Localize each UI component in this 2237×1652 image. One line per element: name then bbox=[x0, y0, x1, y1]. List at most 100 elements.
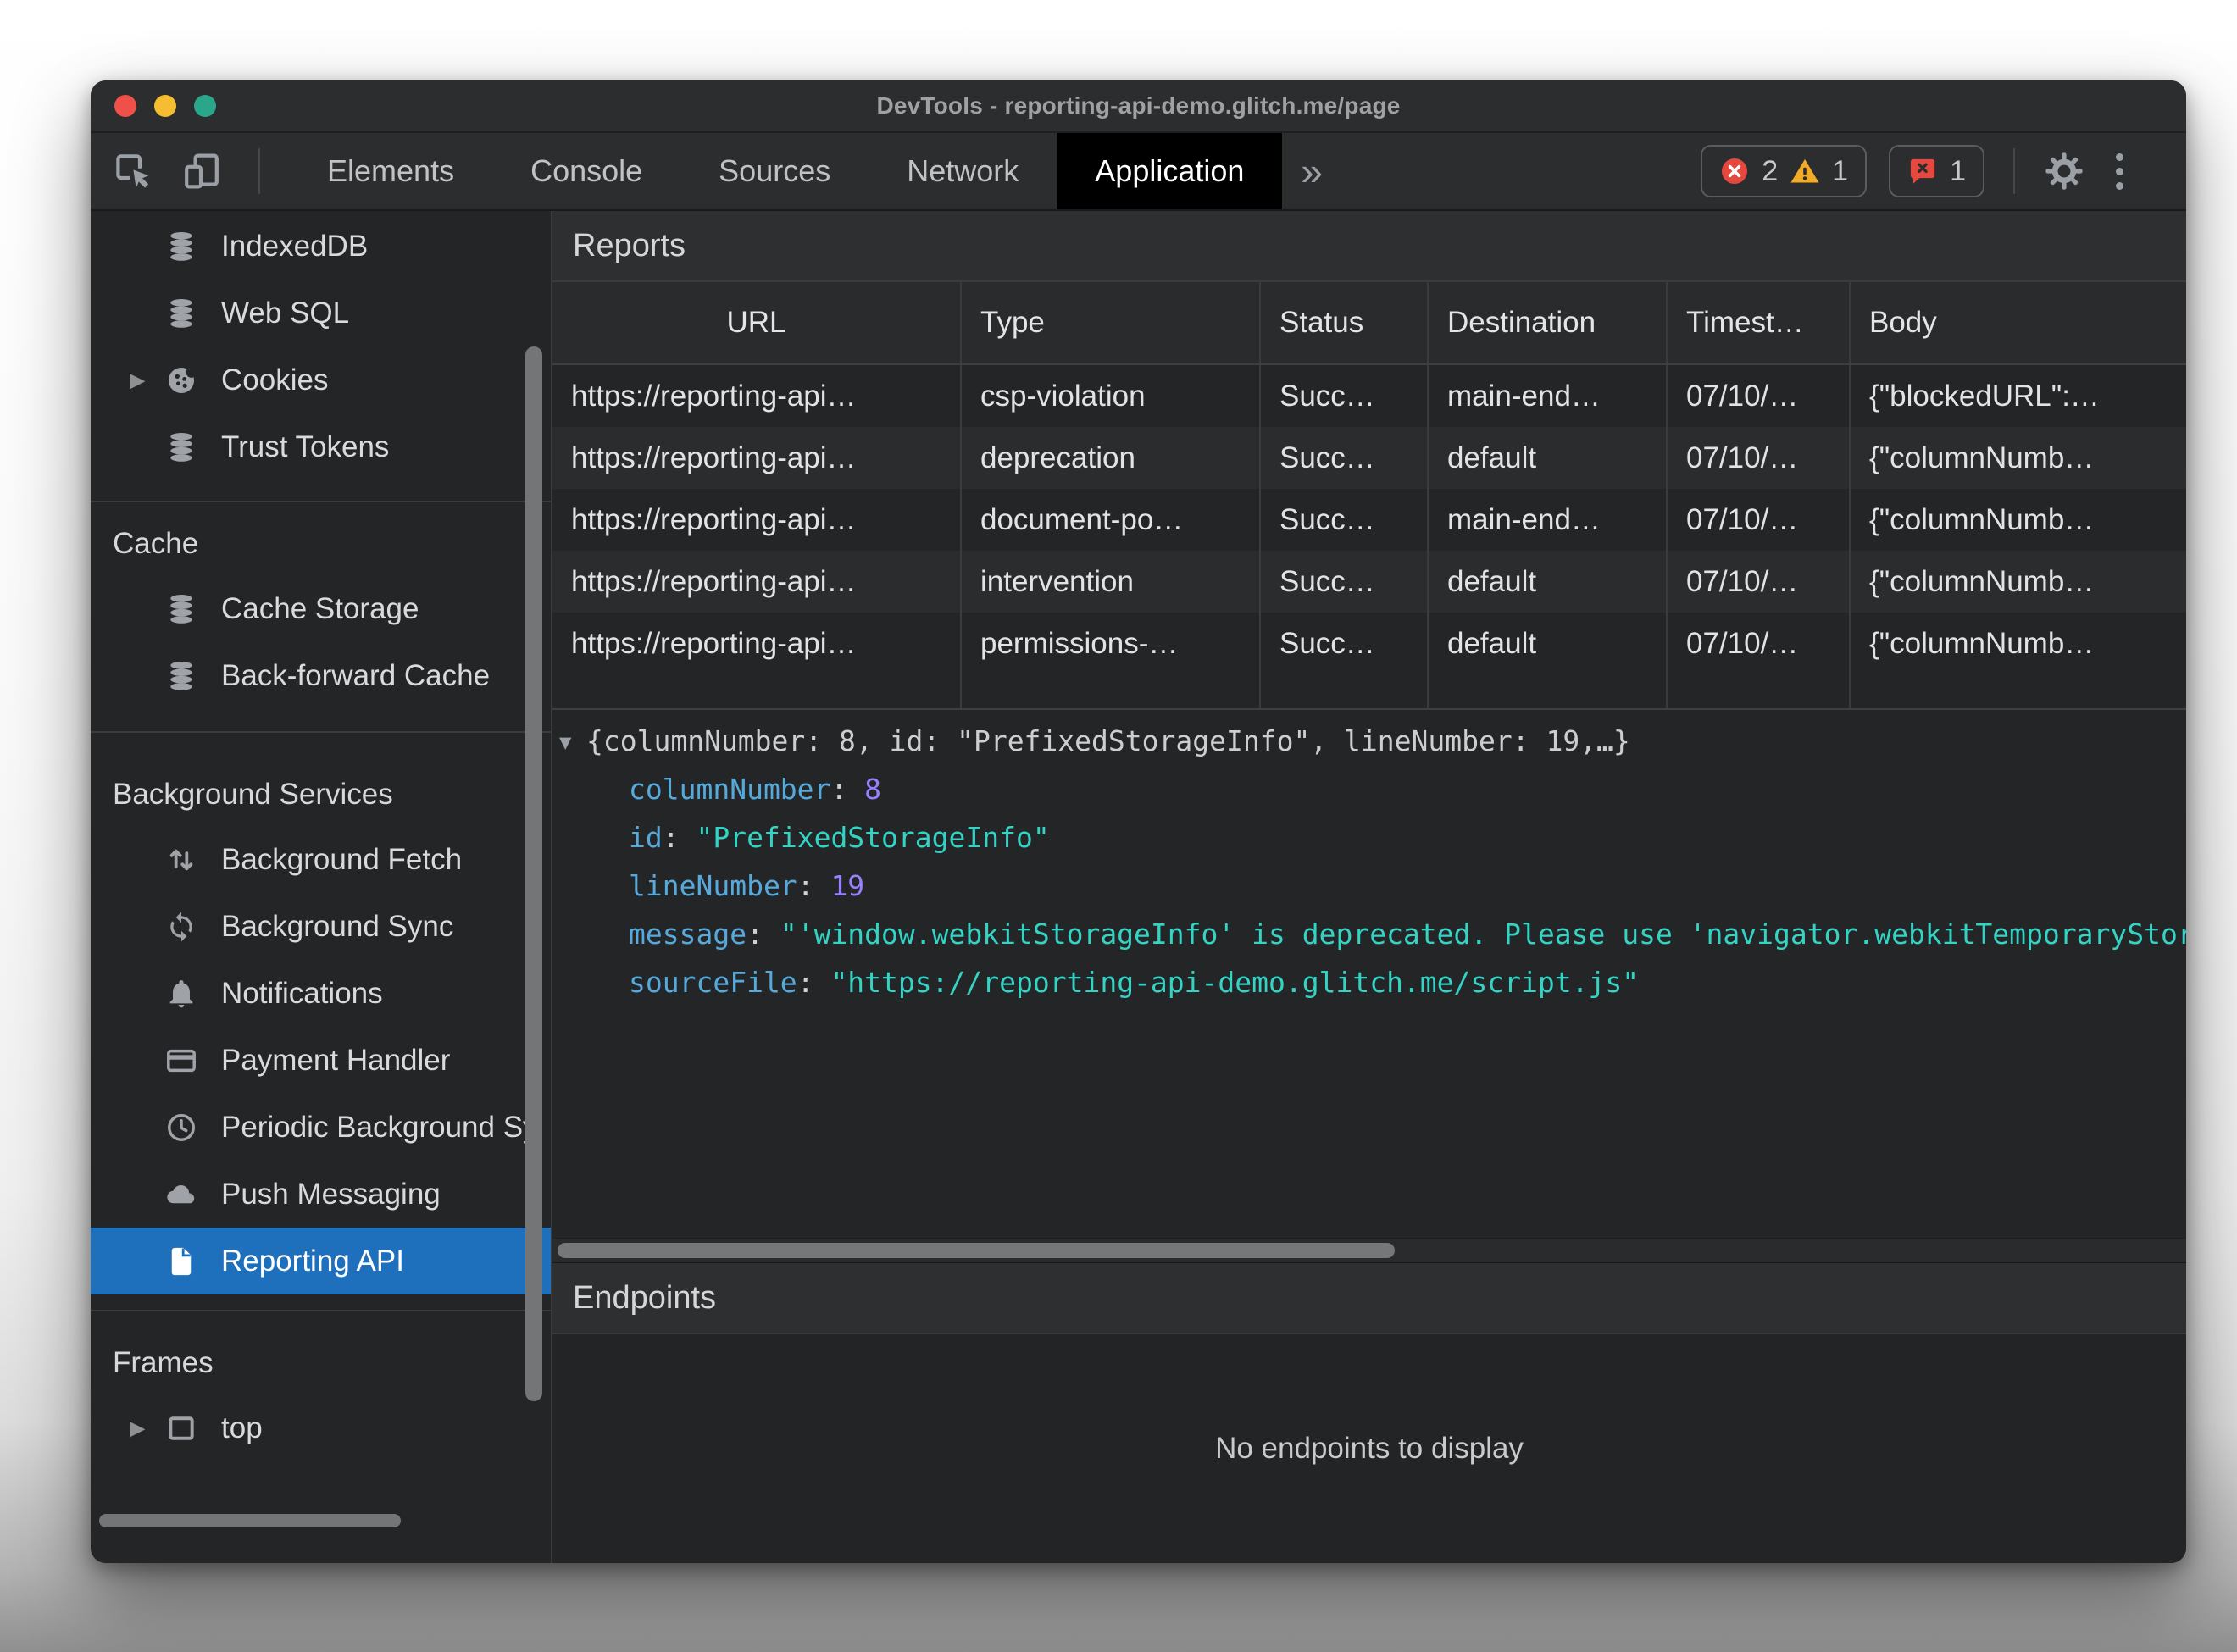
column-header-body[interactable]: Body bbox=[1851, 282, 2186, 363]
section-header-cache: Cache bbox=[113, 527, 199, 560]
preview-text: {columnNumber: 8, id: "PrefixedStorageIn… bbox=[586, 724, 1630, 757]
sidebar-item-label: IndexedDB bbox=[221, 229, 369, 263]
sidebar-item-label: Push Messaging bbox=[221, 1177, 441, 1211]
error-count: 2 bbox=[1762, 154, 1779, 187]
window-title: DevTools - reporting-api-demo.glitch.me/… bbox=[876, 92, 1401, 119]
close-window-button[interactable] bbox=[114, 95, 136, 117]
reports-table-filler bbox=[552, 674, 2186, 710]
sidebar-item-background-fetch[interactable]: Background Fetch bbox=[91, 826, 551, 893]
json-value: "'window.webkitStorageInfo' is deprecate… bbox=[780, 917, 2186, 951]
sidebar-item-label: Background Fetch bbox=[221, 842, 463, 876]
cloud-icon bbox=[165, 1178, 197, 1211]
title-bar: DevTools - reporting-api-demo.glitch.me/… bbox=[91, 80, 2186, 133]
table-cell: https://reporting-api… bbox=[552, 551, 962, 613]
table-row[interactable]: https://reporting-api… intervention Succ… d… bbox=[552, 551, 2186, 613]
tab-elements[interactable]: Elements bbox=[289, 133, 492, 209]
fetch-icon bbox=[165, 844, 197, 876]
device-toolbar-icon[interactable] bbox=[182, 151, 223, 191]
table-cell: {"blockedURL":… bbox=[1869, 379, 2100, 413]
sidebar-item-payment-handler[interactable]: Payment Handler bbox=[91, 1027, 551, 1094]
error-icon bbox=[1719, 156, 1750, 186]
document-icon bbox=[165, 1245, 197, 1278]
zoom-window-button[interactable] bbox=[194, 95, 216, 117]
collapse-triangle-icon[interactable]: ▼ bbox=[559, 718, 585, 765]
toolbar-left-cluster bbox=[91, 133, 267, 209]
minimize-window-button[interactable] bbox=[154, 95, 176, 117]
section-header-frames: Frames bbox=[113, 1346, 214, 1379]
table-cell: default bbox=[1429, 427, 1668, 489]
sidebar-item-top[interactable]: ▶ top bbox=[91, 1394, 551, 1461]
table-cell: intervention bbox=[962, 551, 1261, 613]
sidebar-item-cache-storage[interactable]: Cache Storage bbox=[91, 575, 551, 642]
expand-arrow-icon[interactable]: ▶ bbox=[130, 1416, 145, 1440]
json-property-sourcefile: sourceFile: "https://reporting-api-demo.… bbox=[629, 966, 1640, 999]
tab-application[interactable]: Application bbox=[1057, 133, 1283, 209]
table-row[interactable]: https://reporting-api… document-po… Succ… m… bbox=[552, 489, 2186, 551]
table-cell: 07/10/… bbox=[1668, 365, 1851, 427]
sidebar-item-back-forward-cache[interactable]: Back-forward Cache bbox=[91, 642, 551, 709]
table-row[interactable]: https://reporting-api… permissions-… Succ…… bbox=[552, 613, 2186, 674]
sidebar-item-label: Reporting API bbox=[221, 1244, 404, 1278]
column-header-destination[interactable]: Destination bbox=[1429, 282, 1668, 363]
sidebar-item-push-messaging[interactable]: Push Messaging bbox=[91, 1161, 551, 1228]
table-cell: permissions-… bbox=[962, 613, 1261, 674]
database-icon bbox=[165, 660, 197, 692]
sidebar-item-background-sync[interactable]: Background Sync bbox=[91, 893, 551, 960]
table-cell: 07/10/… bbox=[1668, 489, 1851, 551]
settings-gear-icon[interactable] bbox=[2044, 151, 2084, 191]
table-cell: 07/10/… bbox=[1668, 551, 1851, 613]
column-header-status[interactable]: Status bbox=[1261, 282, 1429, 363]
table-cell: default bbox=[1429, 551, 1668, 613]
table-row[interactable]: https://reporting-api… csp-violation Succ…… bbox=[552, 365, 2186, 427]
sidebar-item-label: Web SQL bbox=[221, 296, 350, 330]
sidebar-item-cookies[interactable]: ▶ Cookies bbox=[91, 346, 551, 413]
detail-horizontal-scrollbar-thumb[interactable] bbox=[558, 1243, 1395, 1258]
table-cell: {"columnNumb… bbox=[1869, 441, 2095, 474]
sidebar-item-label: top bbox=[221, 1411, 263, 1444]
json-key: columnNumber bbox=[629, 773, 831, 806]
column-header-timest[interactable]: Timest… bbox=[1668, 282, 1851, 363]
database-icon bbox=[165, 593, 197, 625]
sidebar-item-web-sql[interactable]: Web SQL bbox=[91, 280, 551, 346]
expand-arrow-icon[interactable]: ▶ bbox=[130, 368, 145, 392]
devtools-content: IndexedDB Web SQL ▶ Cookies Trust Tokens Cach… bbox=[91, 211, 2186, 1563]
toolbar-separator bbox=[2013, 148, 2015, 194]
sidebar-item-indexeddb[interactable]: IndexedDB bbox=[91, 213, 551, 280]
sidebar-item-notifications[interactable]: Notifications bbox=[91, 960, 551, 1027]
kebab-menu-icon[interactable] bbox=[2107, 152, 2132, 190]
issues-badge[interactable]: 1 bbox=[1889, 145, 1984, 197]
endpoints-body: No endpoints to display bbox=[552, 1334, 2186, 1563]
database-icon bbox=[165, 431, 197, 463]
sidebar-item-reporting-api[interactable]: Reporting API bbox=[91, 1228, 551, 1294]
column-header-type[interactable]: Type bbox=[962, 282, 1261, 363]
sidebar-item-label: Payment Handler bbox=[221, 1043, 451, 1077]
json-property-linenumber: lineNumber: 19 bbox=[629, 869, 865, 902]
reporting-api-panel: Reports URL Type Status Destination Timest… B… bbox=[552, 211, 2186, 1563]
inspect-element-icon[interactable] bbox=[113, 151, 153, 191]
sidebar-item-trust-tokens[interactable]: Trust Tokens bbox=[91, 413, 551, 480]
toolbar-right-cluster: 2 1 1 bbox=[1701, 133, 2186, 209]
sidebar-item-label: Background Sync bbox=[221, 909, 454, 943]
table-row[interactable]: https://reporting-api… deprecation Succ… de… bbox=[552, 427, 2186, 489]
sidebar-section-background-services: Background Services Background Fetch Backg… bbox=[91, 733, 551, 1311]
report-body-preview[interactable]: ▼ {columnNumber: 8, id: "PrefixedStorageI… bbox=[552, 717, 2186, 765]
tab-network[interactable]: Network bbox=[869, 133, 1057, 209]
tab-sources[interactable]: Sources bbox=[680, 133, 869, 209]
json-key: lineNumber bbox=[629, 869, 797, 902]
database-icon bbox=[165, 297, 197, 330]
sidebar-horizontal-scrollbar-thumb[interactable] bbox=[99, 1514, 401, 1527]
tab-console[interactable]: Console bbox=[492, 133, 680, 209]
json-property-columnnumber: columnNumber: 8 bbox=[629, 773, 882, 806]
reports-section-header: Reports bbox=[552, 211, 2186, 282]
warning-icon bbox=[1790, 156, 1820, 186]
sidebar-item-periodic-background-sync[interactable]: Periodic Background Sync bbox=[91, 1094, 551, 1161]
console-errors-warnings-badge[interactable]: 2 1 bbox=[1701, 145, 1868, 197]
section-header-background-services: Background Services bbox=[113, 778, 393, 811]
table-cell: https://reporting-api… bbox=[552, 489, 962, 551]
table-cell: Succ… bbox=[1261, 427, 1429, 489]
sidebar-vertical-scrollbar-thumb[interactable] bbox=[525, 346, 542, 1401]
column-header-url[interactable]: URL bbox=[552, 282, 962, 363]
more-tabs-chevron-icon[interactable]: » bbox=[1282, 133, 1341, 209]
json-value: 19 bbox=[830, 869, 865, 902]
issue-count: 1 bbox=[1950, 154, 1966, 187]
